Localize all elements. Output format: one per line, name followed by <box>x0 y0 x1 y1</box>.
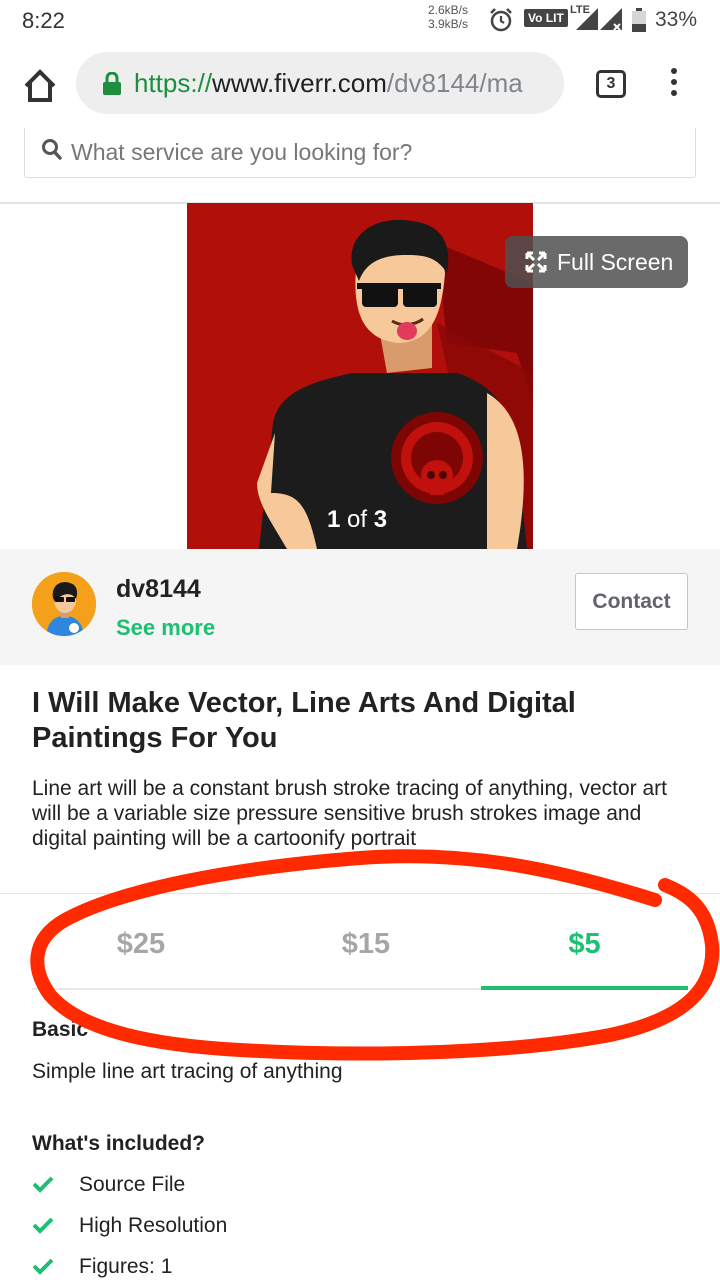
package-tab-premium[interactable]: $25 <box>32 900 250 990</box>
url-scheme: https:// <box>134 68 213 98</box>
package-tab-standard[interactable]: $15 <box>257 900 475 990</box>
gig-description: Line art will be a constant brush stroke… <box>32 777 667 850</box>
avatar[interactable] <box>32 572 96 636</box>
status-bar: 8:22 2.6kB/s 3.9kB/s Vo LIT LTE 33% <box>0 0 720 40</box>
feature-label: High Resolution <box>79 1214 228 1237</box>
seller-info: dv8144 See more Contact <box>0 549 720 665</box>
browser-toolbar: https://www.fiverr.com/dv8144/ma 3 <box>0 40 720 128</box>
gig-illustration <box>187 203 533 549</box>
search-icon <box>42 139 62 160</box>
home-icon[interactable] <box>20 66 60 106</box>
seller-name[interactable]: dv8144 <box>116 575 201 604</box>
lock-icon <box>103 72 121 95</box>
signal-icon <box>576 8 598 30</box>
battery-percent: 33% <box>655 8 698 31</box>
image-counter: 1 of 3 <box>327 506 387 534</box>
tab-switcher-button[interactable]: 3 <box>596 70 626 98</box>
feature-label: Figures: 1 <box>79 1255 173 1278</box>
feature-label: Source File <box>79 1173 186 1196</box>
gig-gallery-image[interactable] <box>187 203 533 549</box>
address-bar[interactable]: https://www.fiverr.com/dv8144/ma <box>76 52 564 114</box>
url-host: www.fiverr.com <box>212 68 387 98</box>
net-up: 2.6kB/s <box>427 3 468 17</box>
divider <box>0 893 720 894</box>
battery-icon <box>632 8 646 32</box>
check-icon <box>32 1217 54 1234</box>
counter-of: of <box>347 506 368 533</box>
url-text: https://www.fiverr.com/dv8144/ma <box>134 68 523 99</box>
signal-icon <box>600 8 622 30</box>
included-heading: What's included? <box>32 1132 205 1155</box>
see-more-link[interactable]: See more <box>116 615 215 641</box>
volte-badge: Vo LIT <box>524 9 568 27</box>
contact-button[interactable]: Contact <box>575 573 688 630</box>
check-icon <box>32 1176 54 1193</box>
search-bar <box>24 128 696 178</box>
avatar-illustration <box>32 572 96 636</box>
fullscreen-button[interactable]: Full Screen <box>505 236 688 288</box>
counter-current: 1 <box>327 506 341 533</box>
package-tabs: $25 $15 $5 <box>32 900 688 990</box>
package-name: Basic <box>32 1018 89 1041</box>
search-input[interactable] <box>71 134 671 170</box>
overflow-menu-icon[interactable] <box>666 68 682 102</box>
check-icon <box>32 1258 54 1275</box>
status-time: 8:22 <box>22 8 65 33</box>
alarm-icon <box>490 8 512 32</box>
fullscreen-label: Full Screen <box>557 249 674 275</box>
net-down: 3.9kB/s <box>427 17 468 31</box>
package-tab-basic[interactable]: $5 <box>481 900 688 990</box>
counter-total: 3 <box>373 506 388 533</box>
expand-icon <box>525 251 547 273</box>
gig-title: I Will Make Vector, Line Arts And Digita… <box>32 687 576 754</box>
url-path: /dv8144/ma <box>386 68 523 98</box>
network-speed: 2.6kB/s 3.9kB/s <box>422 3 468 31</box>
package-description: Simple line art tracing of anything <box>32 1060 343 1083</box>
